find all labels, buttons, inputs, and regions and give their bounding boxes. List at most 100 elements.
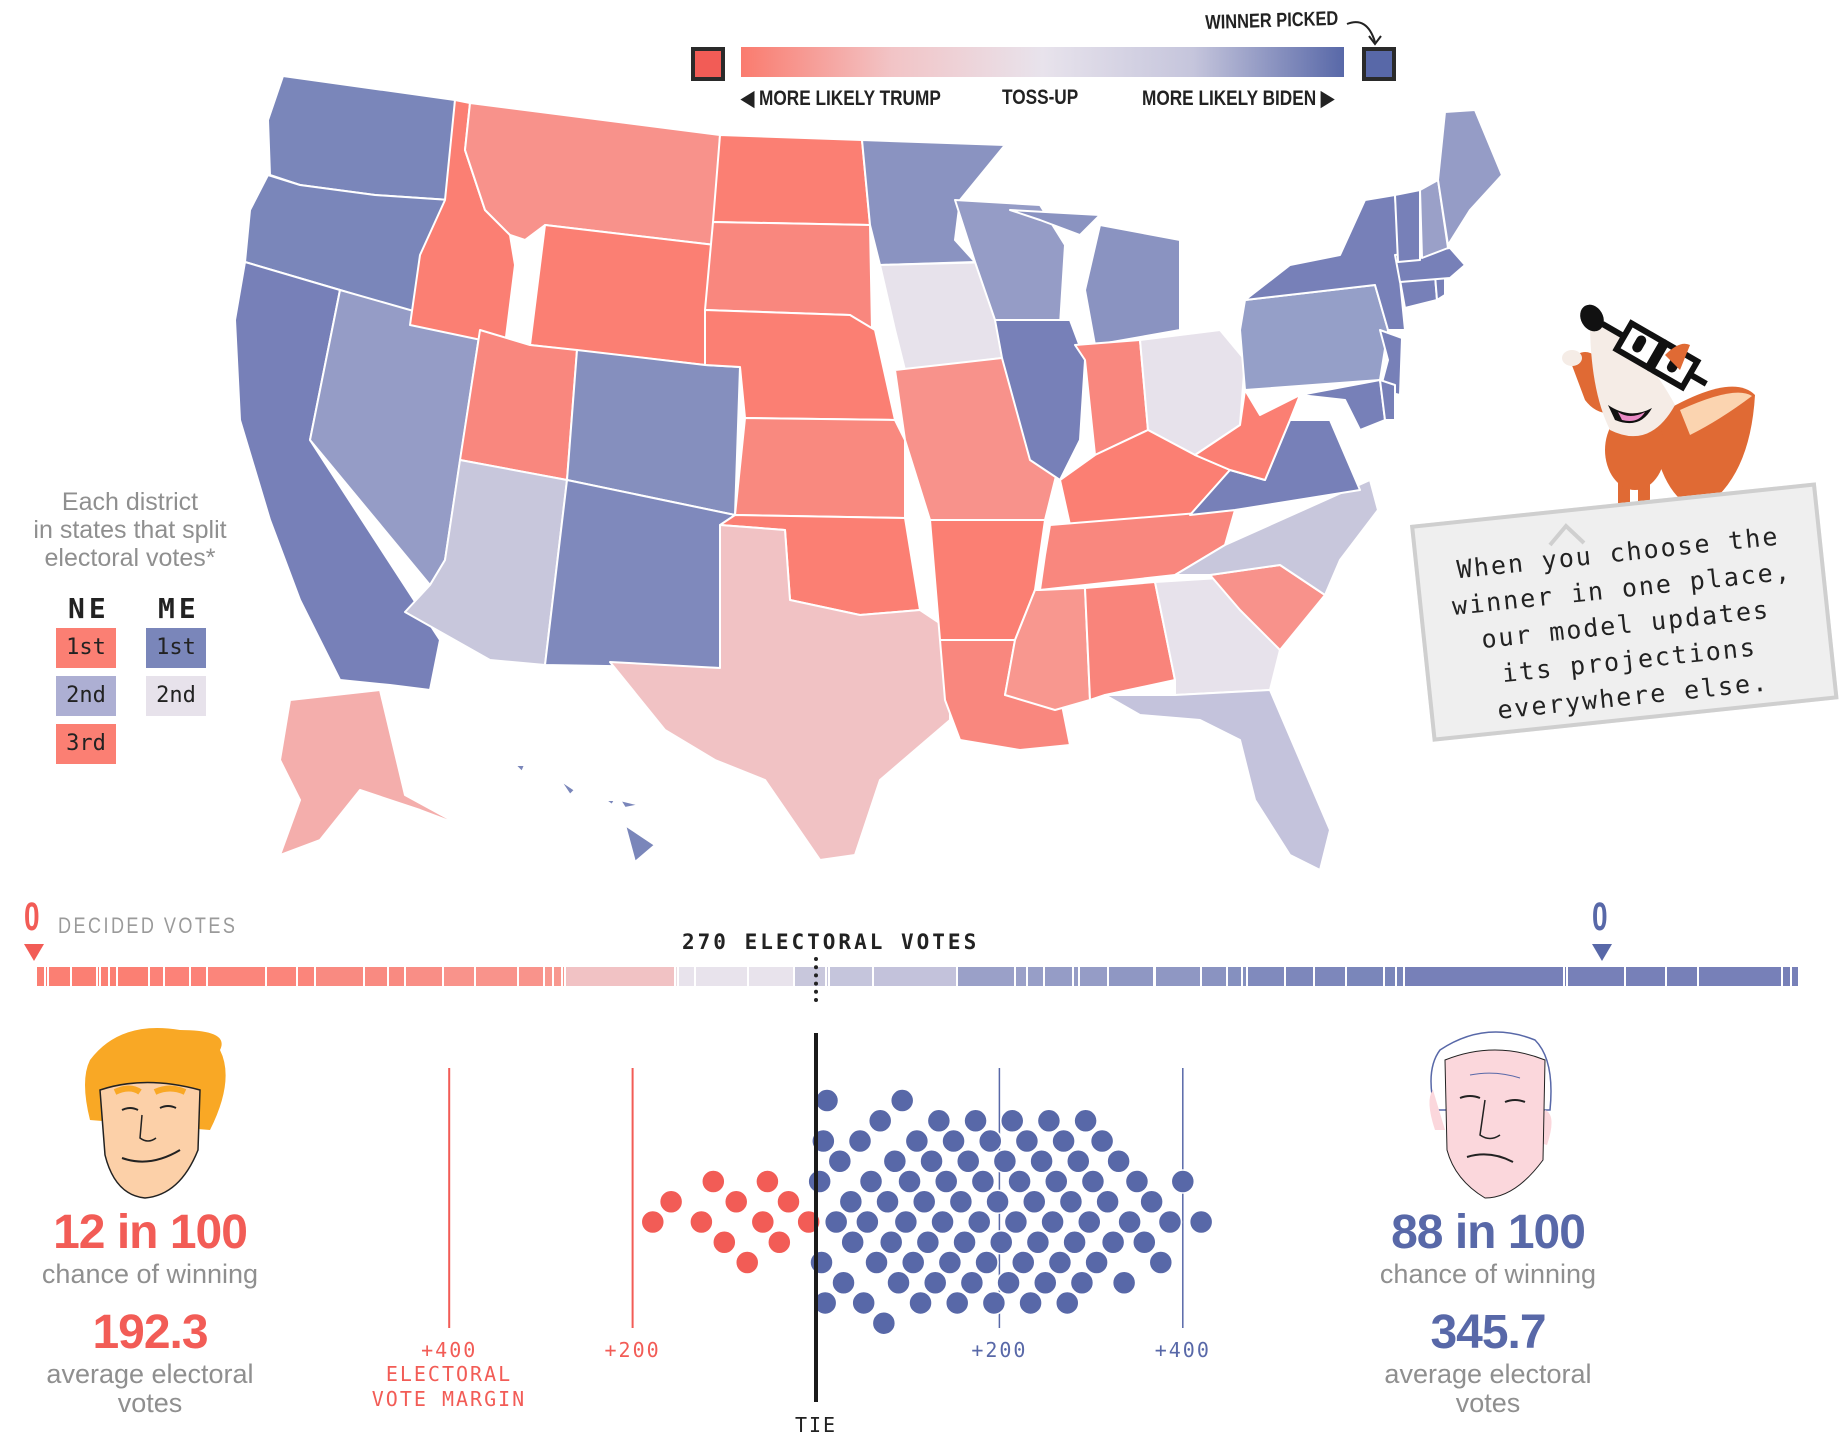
ev-segment[interactable] [795,967,826,986]
simulation-dot [1029,1149,1054,1174]
ev-segment[interactable] [676,967,678,986]
simulation-dot [831,1270,856,1295]
ev-segment[interactable] [1385,967,1395,986]
state-ak[interactable] [279,689,461,856]
trump-winner-swatch[interactable] [691,47,725,81]
ev-segment[interactable] [1109,967,1154,986]
ev-segment[interactable] [71,967,96,986]
ev-segment[interactable] [873,967,956,986]
simulation-dot [750,1209,776,1235]
state-me[interactable] [1437,109,1503,246]
ev-segment[interactable] [1027,967,1044,986]
ne-district-2[interactable]: 2nd [56,676,116,716]
simulation-dot [755,1169,780,1194]
ne-district-1[interactable]: 1st [56,628,116,668]
simulation-dot [864,1250,889,1275]
simulation-dot [847,1128,873,1154]
ev-segment[interactable] [315,967,364,986]
ev-segment[interactable] [48,967,70,986]
ev-segment[interactable] [1405,967,1564,986]
simulation-dot [985,1189,1010,1215]
ev-segment[interactable] [443,967,474,986]
state-ut[interactable] [459,329,578,481]
state-mt[interactable] [464,102,721,246]
simulation-dot [966,1209,992,1235]
ev-segment[interactable] [562,967,564,986]
ev-segment[interactable] [554,967,561,986]
simulation-dot [1055,1290,1080,1316]
me-district-1[interactable]: 1st [146,628,206,668]
tick-label: +200 [971,1338,1027,1362]
simulation-dot [944,1290,970,1316]
simulation-dot [1007,1169,1032,1194]
state-nm[interactable] [544,479,736,669]
ev-segment[interactable] [1201,967,1227,986]
simulation-dot [974,1250,999,1275]
ev-segment[interactable] [1783,967,1790,986]
xlabel-line-2: VOTE MARGIN [372,1387,526,1411]
ev-segment[interactable] [1791,967,1799,986]
biden-winner-swatch[interactable] [1362,47,1396,81]
ev-segment[interactable] [190,967,207,986]
ev-segment[interactable] [830,967,872,986]
ev-segment[interactable] [365,967,387,986]
ne-district-3[interactable]: 3rd [56,724,116,764]
ev-segment[interactable] [1626,967,1665,986]
ev-segment[interactable] [1347,967,1383,986]
ev-segment[interactable] [37,967,44,986]
ev-segment[interactable] [679,967,695,986]
state-wy[interactable] [529,224,716,366]
ev-segment[interactable] [1242,967,1247,986]
ev-segment[interactable] [1698,967,1782,986]
ev-segment[interactable] [100,967,108,986]
ev-segment[interactable] [1315,967,1346,986]
ev-segment[interactable] [1155,967,1200,986]
state-wa[interactable] [267,75,456,201]
ev-segment[interactable] [696,967,747,986]
ev-segment[interactable] [164,967,189,986]
ev-segment[interactable] [1045,967,1073,986]
ev-segment[interactable] [1074,967,1078,986]
ev-segment[interactable] [266,967,297,986]
ev-segment[interactable] [545,967,553,986]
simulation-dot [915,1229,941,1255]
ev-segment[interactable] [1228,967,1241,986]
simulation-dot [1010,1250,1036,1275]
simulation-dot [855,1209,880,1235]
state-ks[interactable] [734,417,906,519]
ev-segment[interactable] [475,967,518,986]
ev-segment[interactable] [748,967,794,986]
ev-segment[interactable] [1565,967,1567,986]
state-vt[interactable] [1394,189,1421,263]
ev-segment[interactable] [1568,967,1625,986]
ev-segment[interactable] [118,967,149,986]
ev-segment[interactable] [1666,967,1697,986]
ev-segment[interactable] [1286,967,1314,986]
state-hi[interactable] [514,764,656,863]
me-district-2[interactable]: 2nd [146,676,206,716]
ev-segment[interactable] [150,967,163,986]
ev-segment[interactable] [1079,967,1107,986]
ev-segment[interactable] [957,967,1015,986]
ev-segment[interactable] [1248,967,1285,986]
ev-segment[interactable] [827,967,829,986]
ev-segment[interactable] [1396,967,1404,986]
state-fl[interactable] [1104,689,1331,871]
ev-segment[interactable] [519,967,544,986]
simulation-dot [981,1290,1007,1316]
trump-decided-votes: 0 [24,895,40,939]
simulation-dot [878,1229,904,1255]
ev-segment[interactable] [405,967,442,986]
simulation-dot [1148,1250,1174,1275]
state-nd[interactable] [712,134,871,226]
ev-segment[interactable] [565,967,675,986]
ev-segment[interactable] [98,967,99,986]
ev-segment[interactable] [388,967,404,986]
ev-segment[interactable] [109,967,117,986]
ev-segment[interactable] [45,967,47,986]
ev-segment[interactable] [298,967,314,986]
state-pa[interactable] [1239,284,1389,391]
ev-segment[interactable] [208,967,265,986]
ev-segment[interactable] [1016,967,1026,986]
simulation-dot [904,1128,930,1154]
